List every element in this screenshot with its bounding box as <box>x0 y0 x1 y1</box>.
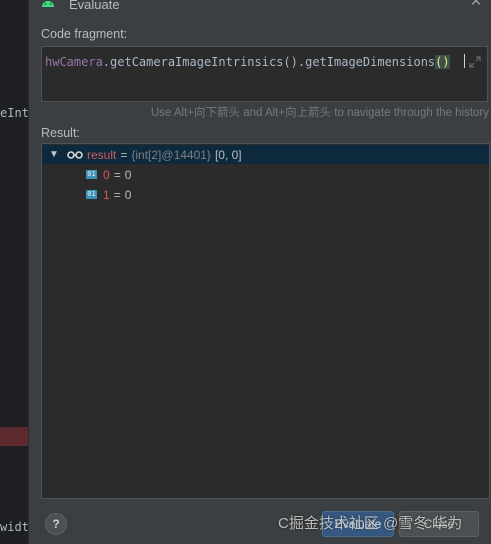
code-receiver: hwCamera <box>45 55 103 69</box>
editor-code-fragment: width <box>0 520 28 534</box>
code-fragment-editor[interactable]: hwCamera.getCameraImageIntrinsics().getI… <box>41 46 488 102</box>
code-expression: hwCamera.getCameraImageIntrinsics().getI… <box>45 54 465 69</box>
tree-row-element[interactable]: 01 1 = 0 <box>42 185 489 204</box>
android-icon <box>42 1 54 7</box>
code-highlighted-parens: () <box>435 55 450 69</box>
result-label: Result: <box>41 126 80 140</box>
editor-code-fragment: eInt <box>0 106 28 120</box>
primitive-int-icon: 01 <box>86 190 97 199</box>
element-index: 1 <box>103 187 110 202</box>
variable-type-info: {int[2]@14401} <box>131 147 211 162</box>
text-caret <box>463 54 465 68</box>
expand-icon[interactable] <box>469 56 481 68</box>
primitive-int-icon: 01 <box>86 170 97 179</box>
element-value: 0 <box>124 187 132 202</box>
tree-row-result[interactable]: ▼ result = {int[2]@14401} [0, 0] <box>42 145 489 164</box>
code-call: getCameraImageIntrinsics <box>110 55 284 69</box>
background-editor: eInt width <box>0 0 28 544</box>
variable-value: [0, 0] <box>214 147 242 162</box>
dialog-titlebar: Evaluate ✕ <box>29 0 491 14</box>
tree-row-element[interactable]: 01 0 = 0 <box>42 165 489 184</box>
code-call: getImageDimensions <box>305 55 436 69</box>
element-value: 0 <box>124 167 132 182</box>
variable-name: result <box>87 147 117 162</box>
chevron-down-icon[interactable]: ▼ <box>48 149 60 160</box>
watermark: C掘金技术社区 @雪冬 华为 <box>278 515 463 532</box>
element-index: 0 <box>103 167 110 182</box>
result-tree: ▼ result = {int[2]@14401} [0, 0] 01 0 = … <box>41 143 490 499</box>
evaluate-dialog: Evaluate ✕ Code fragment: hwCamera.getCa… <box>28 0 491 544</box>
code-fragment-label: Code fragment: <box>41 27 128 41</box>
help-button[interactable]: ? <box>45 513 67 535</box>
editor-error-highlight <box>0 427 28 446</box>
watch-glasses-icon <box>67 150 83 159</box>
close-icon[interactable]: ✕ <box>468 0 484 10</box>
dialog-title: Evaluate <box>69 0 120 12</box>
history-hint: Use Alt+向下箭头 and Alt+向上箭头 to navigate th… <box>150 107 489 119</box>
